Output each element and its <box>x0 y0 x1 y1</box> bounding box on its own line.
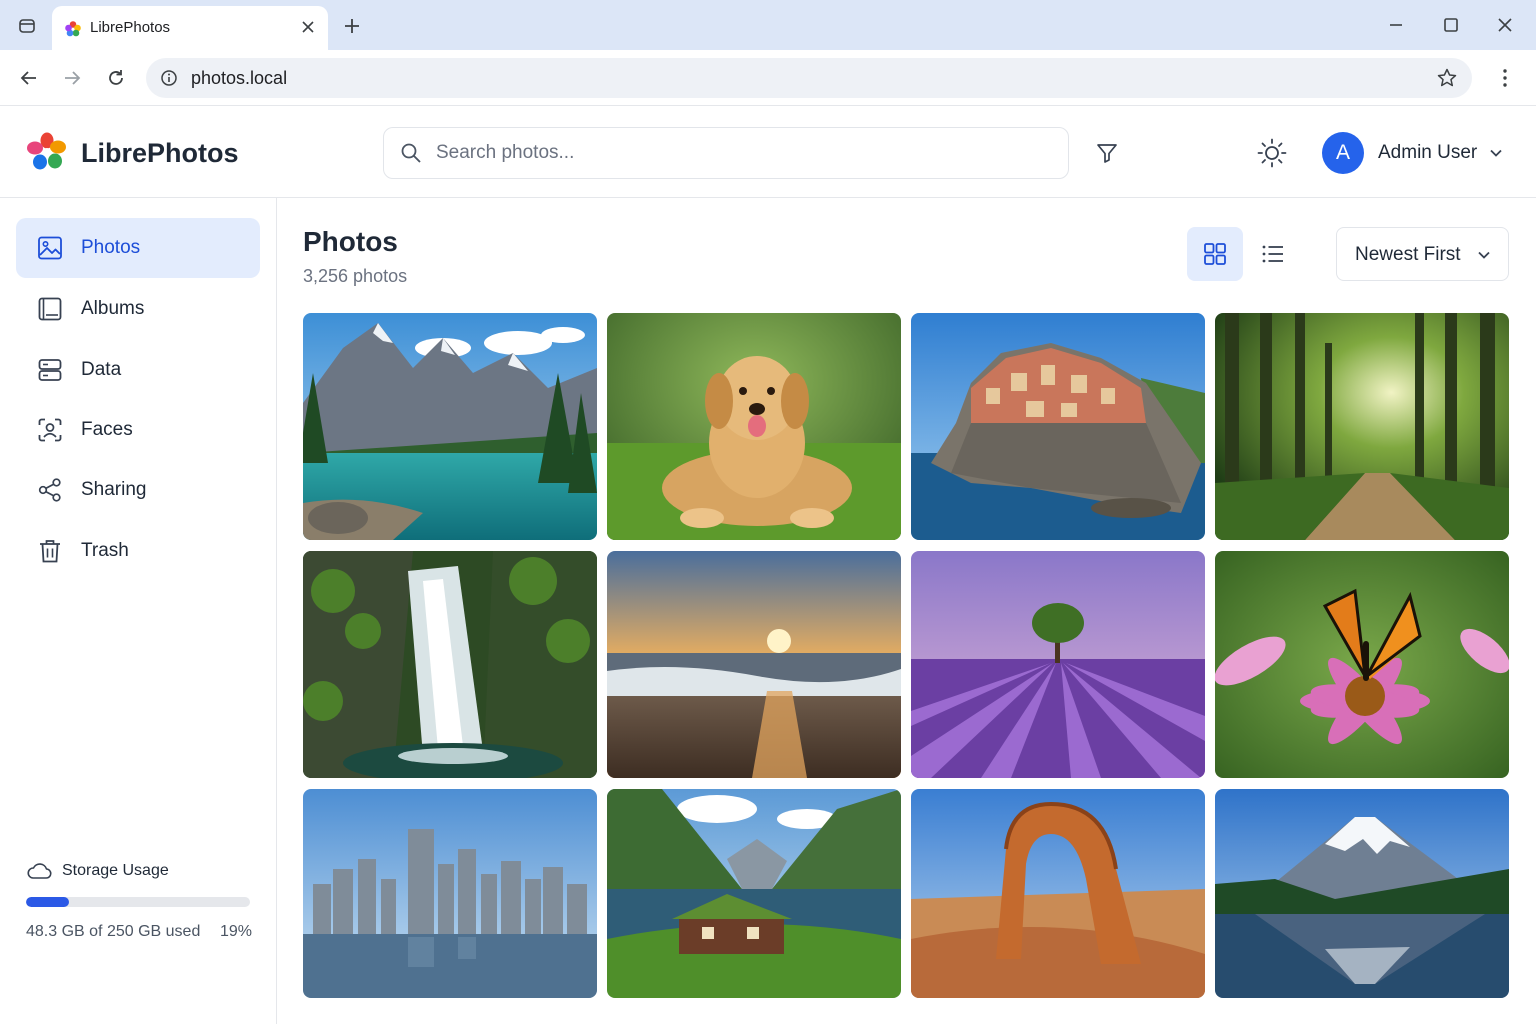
photo-desert-arch[interactable] <box>911 789 1205 998</box>
chevron-down-icon <box>1478 251 1490 259</box>
photo-count: 3,256 photos <box>303 266 408 286</box>
sidebar-item-faces[interactable]: Faces <box>16 400 260 460</box>
browser-toolbar: photos.local <box>0 50 1536 106</box>
photo-cliffside-village[interactable] <box>911 313 1205 540</box>
sidebar-item-label: Photos <box>81 237 141 258</box>
minimize-window-icon[interactable] <box>1385 14 1407 36</box>
storage-progress-fill <box>26 897 69 907</box>
sort-dropdown[interactable]: Newest First <box>1336 227 1509 281</box>
photo-fjord-cabin[interactable] <box>607 789 901 998</box>
filter-icon[interactable] <box>1095 141 1119 165</box>
sidebar-item-albums[interactable]: Albums <box>16 279 260 339</box>
album-icon <box>38 297 62 321</box>
site-info-icon[interactable] <box>160 69 178 87</box>
photo-butterfly-on-flower[interactable] <box>1215 551 1509 778</box>
trash-icon <box>40 540 60 563</box>
sidebar: Photos Albums Data Faces Sharing Trash S… <box>0 198 277 1024</box>
tab-title: LibrePhotos <box>90 19 171 36</box>
browser-tab-bar: LibrePhotos <box>0 0 1536 50</box>
sidebar-item-label: Data <box>81 359 122 380</box>
photo-beach-sunset[interactable] <box>607 551 901 778</box>
new-tab-icon[interactable] <box>342 16 362 36</box>
cloud-icon <box>27 863 52 879</box>
image-icon <box>38 236 62 260</box>
list-view-button[interactable] <box>1250 227 1296 281</box>
sidebar-item-label: Albums <box>81 298 145 319</box>
chevron-down-icon[interactable] <box>1488 145 1504 161</box>
server-icon <box>38 359 62 381</box>
photo-mountain-lake[interactable] <box>303 313 597 540</box>
librephotos-favicon-icon <box>65 21 81 37</box>
photo-waterfall[interactable] <box>303 551 597 778</box>
reload-icon[interactable] <box>105 67 127 89</box>
search-box[interactable] <box>383 127 1069 179</box>
sidebar-item-trash[interactable]: Trash <box>16 521 260 581</box>
storage-used-text: 48.3 GB of 250 GB used <box>26 923 201 940</box>
browser-menu-icon[interactable] <box>1494 67 1516 89</box>
sidebar-item-sharing[interactable]: Sharing <box>16 460 260 520</box>
close-tab-icon[interactable] <box>300 19 316 35</box>
maximize-window-icon[interactable] <box>1440 14 1462 36</box>
bookmark-star-icon[interactable] <box>1436 67 1458 89</box>
photo-lavender-field-tree[interactable] <box>911 551 1205 778</box>
address-bar[interactable]: photos.local <box>146 58 1472 98</box>
light-theme-sun-icon[interactable] <box>1256 137 1288 169</box>
search-icon <box>401 143 421 163</box>
app-brand-name[interactable]: LibrePhotos <box>81 138 239 169</box>
storage-title: Storage Usage <box>62 862 169 879</box>
sort-selected-label: Newest First <box>1355 244 1461 265</box>
sidebar-item-label: Sharing <box>81 479 147 500</box>
share-icon <box>38 478 61 502</box>
close-window-icon[interactable] <box>1494 14 1516 36</box>
photo-city-skyline[interactable] <box>303 789 597 998</box>
photo-forest-path[interactable] <box>1215 313 1509 540</box>
forward-arrow-icon[interactable] <box>61 67 83 89</box>
storage-percent: 19% <box>219 923 252 940</box>
app-header: LibrePhotos A Admin User <box>0 107 1536 198</box>
tab-search-icon[interactable] <box>18 17 36 35</box>
sidebar-item-data[interactable]: Data <box>16 340 260 400</box>
browser-tab[interactable]: LibrePhotos <box>52 6 328 50</box>
sidebar-item-photos[interactable]: Photos <box>16 218 260 278</box>
face-scan-icon <box>38 418 62 442</box>
list-view-icon <box>1262 245 1283 263</box>
sidebar-item-label: Faces <box>81 419 133 440</box>
search-input[interactable] <box>436 138 1036 168</box>
photo-snowy-volcano-lake[interactable] <box>1215 789 1509 998</box>
photo-golden-retriever[interactable] <box>607 313 901 540</box>
back-arrow-icon[interactable] <box>18 67 40 89</box>
page-title: Photos <box>303 226 398 257</box>
user-avatar[interactable]: A <box>1322 132 1364 174</box>
librephotos-logo-icon[interactable] <box>26 131 68 173</box>
url-text[interactable]: photos.local <box>191 68 287 89</box>
grid-view-icon <box>1204 243 1226 265</box>
grid-view-button[interactable] <box>1187 227 1243 281</box>
storage-progress-bar <box>26 897 250 907</box>
user-name[interactable]: Admin User <box>1378 142 1477 164</box>
sidebar-item-label: Trash <box>81 540 129 561</box>
